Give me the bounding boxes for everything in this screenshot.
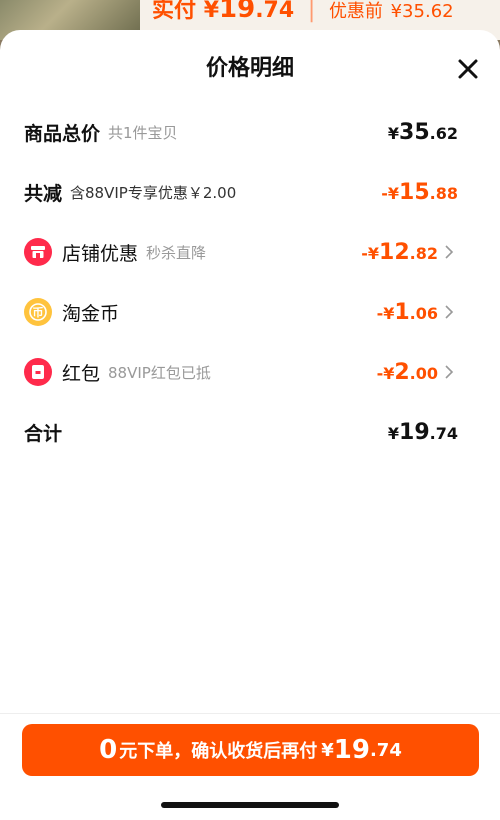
row-label: 商品总价 (24, 122, 101, 145)
row-amount: -¥12.82 (361, 239, 438, 265)
cta-int: 19 (333, 735, 370, 765)
gold-coin-icon: 币 (24, 298, 52, 326)
row-amount: ¥35.62 (387, 119, 458, 145)
red-packet-icon (24, 358, 52, 386)
chevron-right-icon (444, 305, 458, 319)
row-total: 合计 ¥19.74 (24, 416, 458, 448)
svg-text:币: 币 (33, 306, 44, 319)
actual-label: 实付 (152, 0, 197, 23)
row-amount: -¥1.06 (376, 299, 438, 325)
row-gold-coin[interactable]: 币 淘金币 -¥1.06 (24, 296, 458, 328)
home-indicator (161, 802, 339, 808)
price-detail-sheet: 价格明细 商品总价 共1件宝贝 ¥35.62 共减 含88VIP专享优惠￥2.0… (0, 30, 500, 820)
actual-yen: ¥ (203, 0, 219, 23)
cta-yen: ¥ (321, 739, 334, 761)
shop-icon (24, 238, 52, 266)
sheet-title: 价格明细 (205, 56, 294, 81)
row-sub: 共1件宝贝 (108, 123, 178, 142)
chevron-right-icon (444, 365, 458, 379)
cta-zero: 0 (99, 735, 118, 765)
background-price: 实付 ¥19.74 | 优惠前 ¥35.62 (152, 0, 454, 24)
cta-dec: .74 (369, 739, 402, 761)
row-label: 合计 (24, 422, 63, 445)
row-sub: 秒杀直降 (146, 243, 207, 262)
row-amount: ¥19.74 (387, 419, 458, 445)
bottom-divider (0, 713, 500, 714)
chevron-right-icon (444, 245, 458, 259)
close-button[interactable] (455, 56, 481, 82)
row-amount: -¥15.88 (381, 179, 458, 205)
separator: | (307, 0, 316, 23)
row-amount: -¥2.00 (376, 359, 438, 385)
row-label: 共减 (24, 182, 63, 205)
actual-int: 19 (219, 0, 256, 24)
row-label: 店铺优惠 (62, 242, 139, 265)
row-goods-total: 商品总价 共1件宝贝 ¥35.62 (24, 116, 458, 148)
row-label: 淘金币 (62, 302, 120, 325)
row-shop-discount[interactable]: 店铺优惠 秒杀直降 -¥12.82 (24, 236, 458, 268)
row-total-discount: 共减 含88VIP专享优惠￥2.00 -¥15.88 (24, 176, 458, 208)
actual-dec: .74 (255, 0, 295, 23)
confirm-order-button[interactable]: 0 元下单，确认收货后再付 ¥19.74 (22, 724, 479, 776)
row-label: 红包 (62, 362, 101, 385)
close-icon (458, 59, 478, 79)
row-sub: 含88VIP专享优惠￥2.00 (70, 183, 237, 202)
row-red-packet[interactable]: 红包 88VIP红包已抵 -¥2.00 (24, 356, 458, 388)
orig-label: 优惠前 (328, 1, 383, 22)
cta-text: 元下单，确认收货后再付 (119, 741, 318, 762)
orig-price: ¥35.62 (390, 1, 454, 22)
row-sub: 88VIP红包已抵 (108, 363, 211, 382)
